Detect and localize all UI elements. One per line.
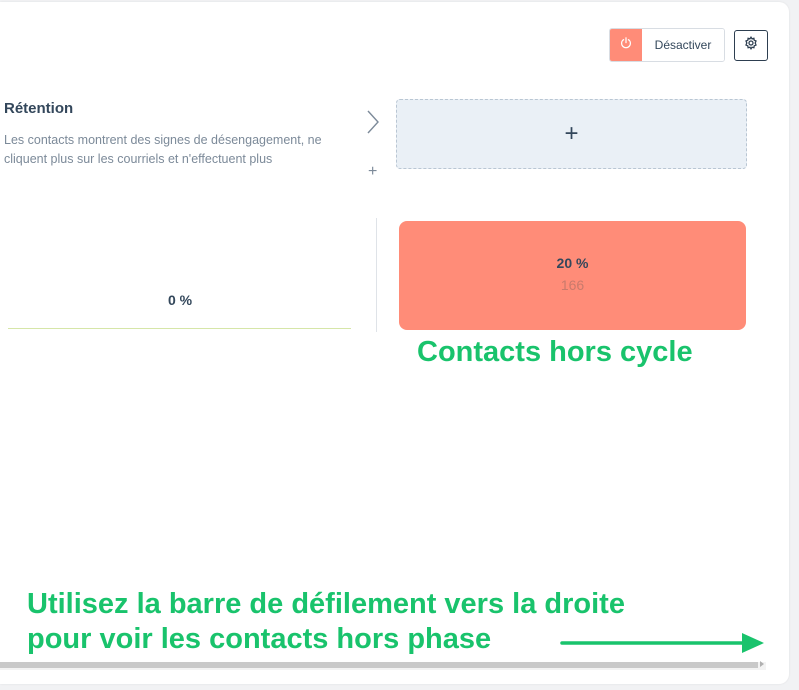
stage-description: Les contacts montrent des signes de dése… [4,133,322,166]
pipeline-panel: Désactiver Rétention Les contacts montre… [0,2,789,684]
power-icon [620,36,632,54]
activation-toggle[interactable]: Désactiver [609,28,725,62]
plus-icon: + [564,120,579,147]
annotation-scroll-line-1: Utilisez la barre de défilement vers la … [27,588,625,620]
power-button[interactable] [610,29,642,61]
deactivate-button[interactable]: Désactiver [642,29,724,61]
out-of-cycle-count: 166 [560,277,585,293]
annotation-out-of-cycle: Contacts hors cycle [417,336,693,368]
stage-title: Rétention [4,100,74,117]
settings-button[interactable] [734,30,768,61]
stage-bar [8,328,351,329]
annotation-scroll-line-2: pour voir les contacts hors phase [27,623,492,655]
scrollbar-thumb[interactable] [0,662,758,668]
divider [376,218,377,332]
scroll-right-icon[interactable] [760,661,764,667]
add-branch-button[interactable]: + [368,163,377,181]
arrow-right-icon [560,630,766,661]
gear-icon [744,35,758,55]
stage-percent: 0 % [167,292,193,308]
out-of-cycle-percent: 20 % [556,255,589,271]
out-of-cycle-card[interactable]: 20 % 166 [399,221,746,330]
add-stage-button[interactable]: + [396,99,747,169]
chevron-right-icon [366,109,380,140]
annotation-scroll-hint: Utilisez la barre de défilement vers la … [27,587,625,657]
